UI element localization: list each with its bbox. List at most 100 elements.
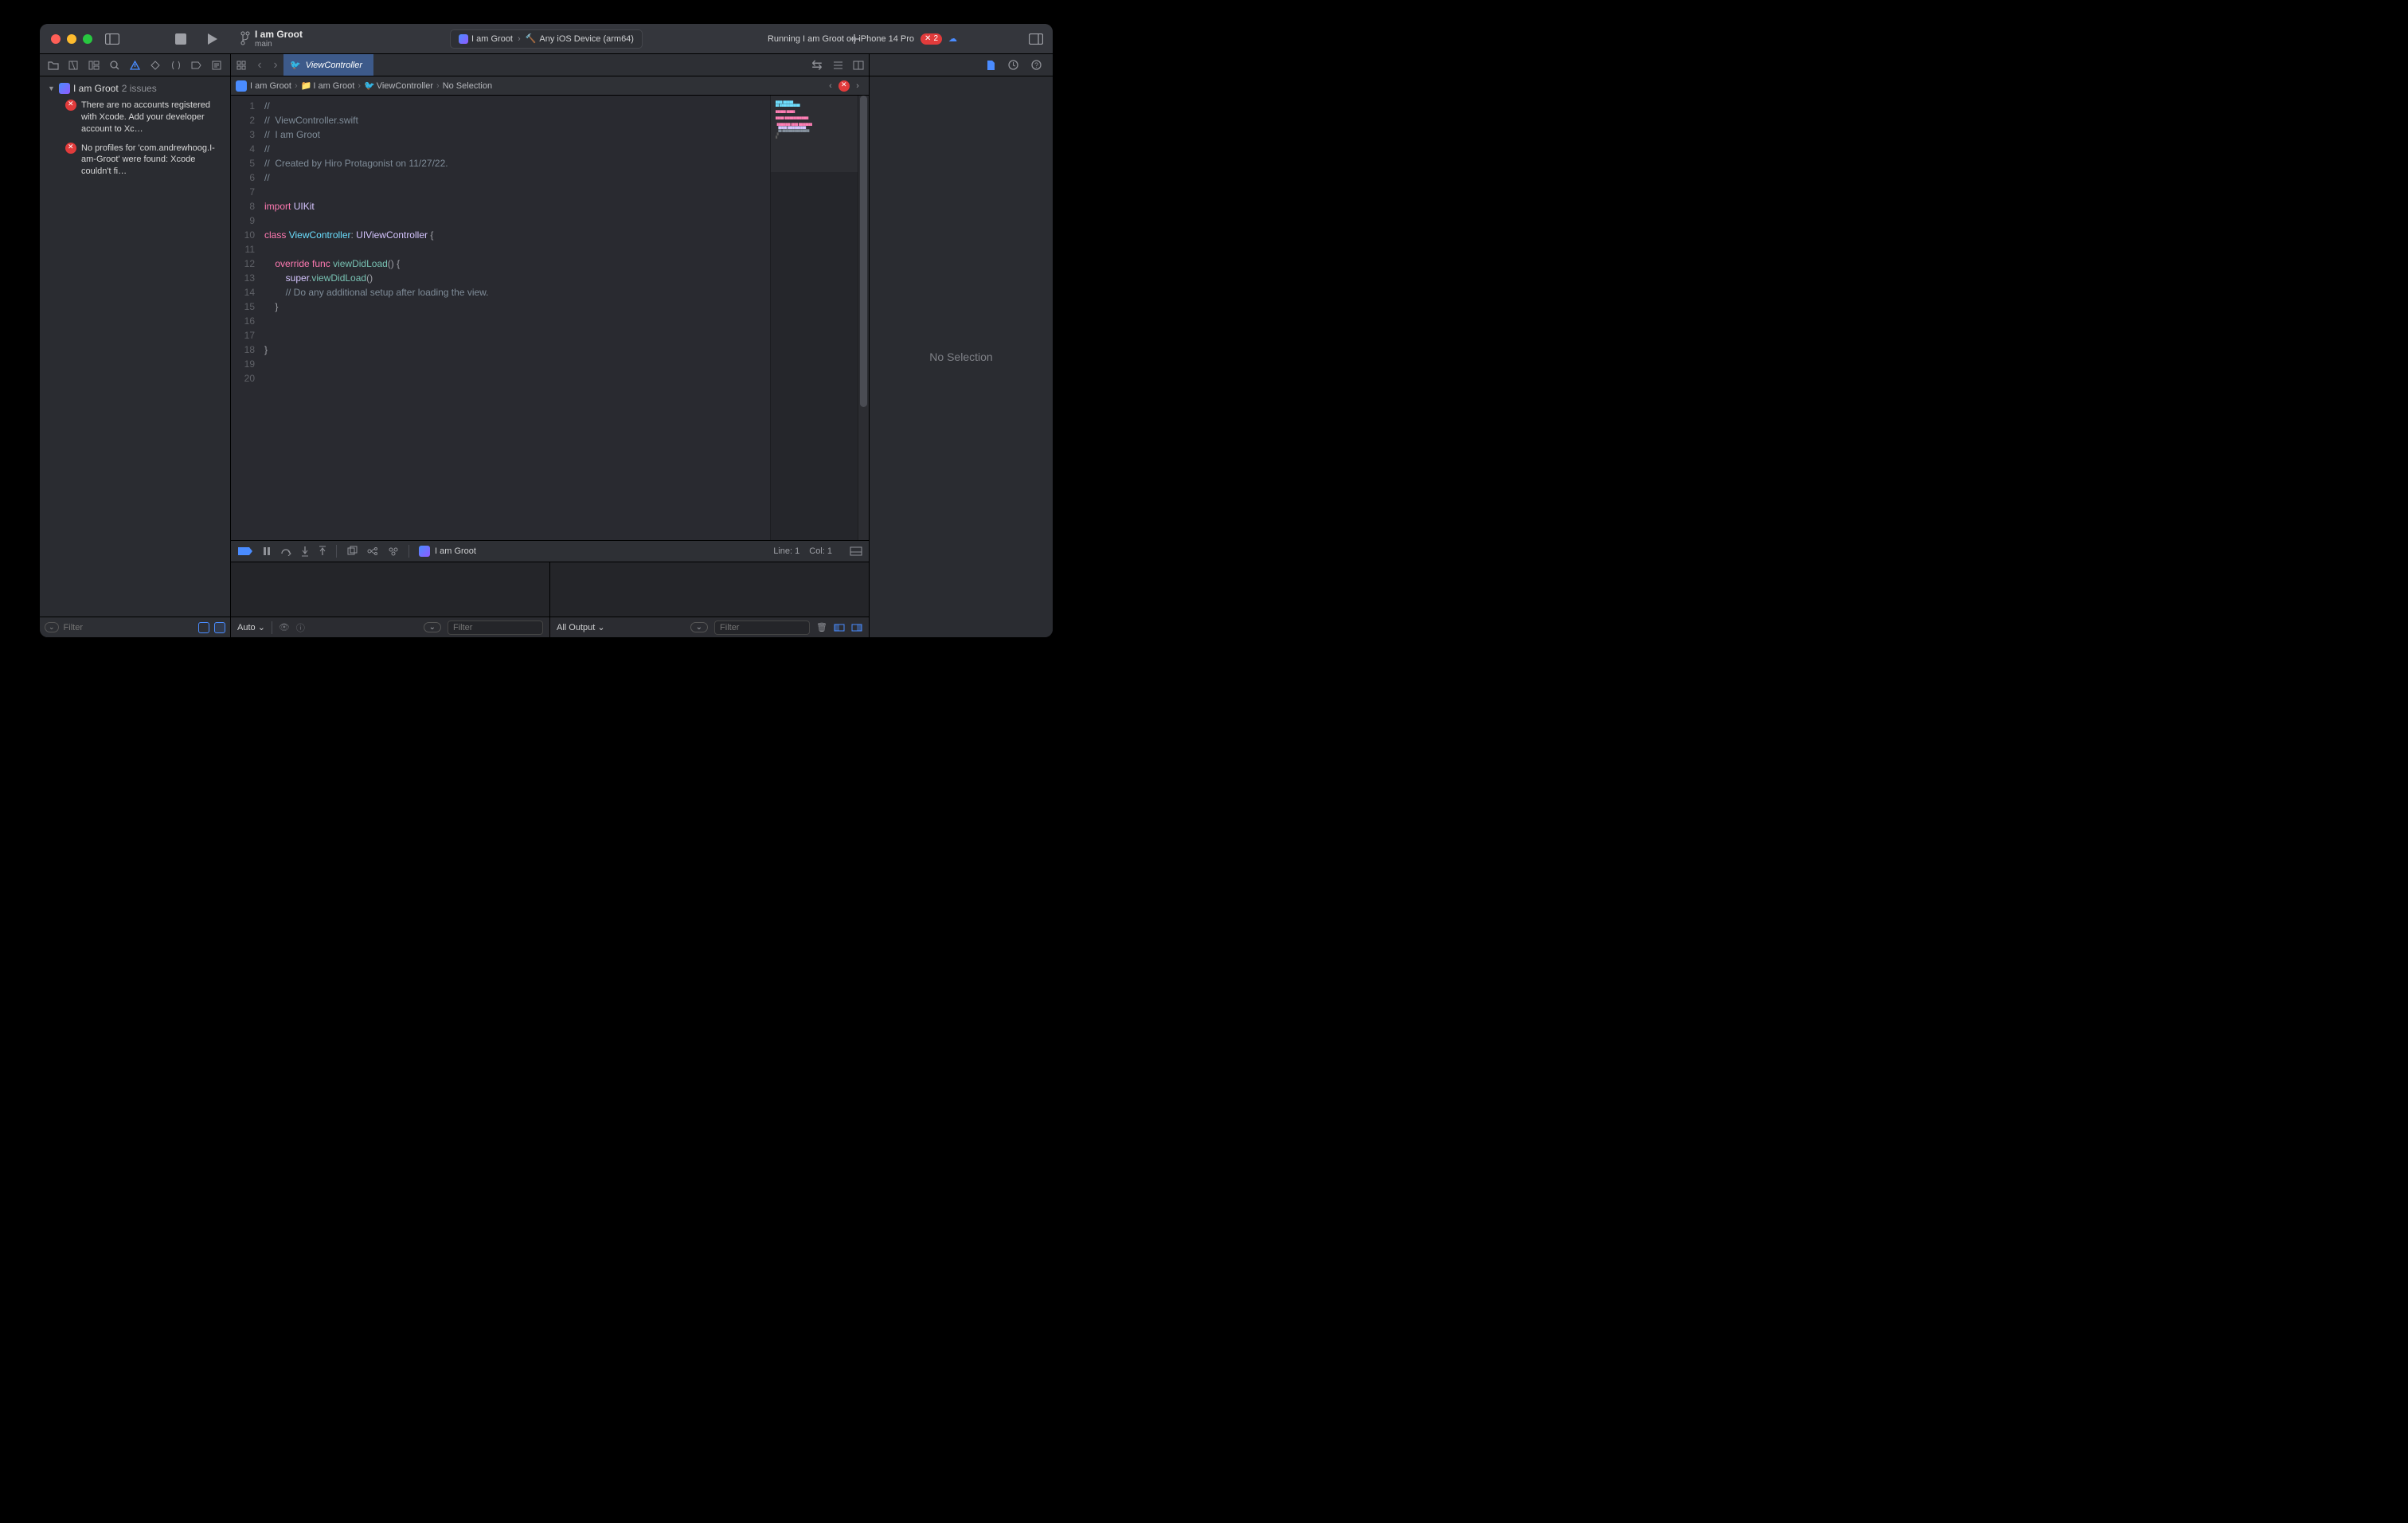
swift-icon: 🐦 [364, 80, 375, 91]
issue-count: 2 issues [122, 83, 157, 94]
app-icon [59, 83, 70, 94]
filter-scope-icon[interactable]: ⌄ [690, 622, 708, 632]
error-icon [65, 143, 76, 154]
show-console-icon[interactable] [851, 624, 862, 632]
issue-item[interactable]: There are no accounts registered with Xc… [40, 97, 230, 140]
cursor-line: Line: 1 [773, 546, 799, 556]
debug-navigator-icon[interactable] [168, 61, 184, 70]
show-variables-icon[interactable] [834, 624, 845, 632]
variables-filter-input[interactable] [448, 621, 543, 635]
recent-filter-icon[interactable] [198, 622, 209, 633]
traffic-lights [40, 34, 92, 44]
step-out-button[interactable] [319, 546, 326, 557]
maximize-icon[interactable] [83, 34, 92, 44]
environment-button[interactable] [388, 546, 399, 556]
adjust-editor-icon[interactable] [827, 61, 848, 70]
code-editor[interactable]: 1234567891011121314151617181920 //// Vie… [231, 96, 770, 540]
source-control-navigator-icon[interactable] [65, 61, 81, 70]
close-icon[interactable] [51, 34, 61, 44]
library-toggle-button[interactable] [1029, 33, 1043, 45]
add-button[interactable] [849, 33, 860, 45]
back-button[interactable]: ‹ [252, 58, 268, 72]
jumpbar-item[interactable]: I am Groot [250, 81, 291, 91]
line-gutter: 1234567891011121314151617181920 [231, 96, 261, 540]
next-issue-button[interactable]: › [851, 81, 864, 91]
debug-target[interactable]: I am Groot [419, 546, 476, 557]
folder-icon: 📁 [301, 80, 312, 91]
scroll-thumb[interactable] [860, 96, 867, 407]
scm-filter-icon[interactable] [214, 622, 225, 633]
console-footer: All Output ⌄ ⌄ 🗑 [550, 617, 869, 637]
compare-icon[interactable]: ⇆ [807, 57, 827, 73]
file-inspector-icon[interactable] [987, 60, 995, 71]
test-navigator-icon[interactable] [147, 61, 163, 70]
issue-text: No profiles for 'com.andrewhoog.I-am-Gro… [81, 143, 224, 178]
error-icon [65, 100, 76, 111]
inspector-tabs: ? [870, 54, 1053, 76]
print-description-icon[interactable]: ⓘ [296, 621, 305, 634]
output-selector[interactable]: All Output ⌄ [557, 622, 605, 632]
minimap[interactable]: ████ ██████ ██ ████████████ ██████ █████… [770, 96, 858, 540]
filter-scope-icon[interactable]: ⌄ [45, 622, 59, 632]
prev-issue-button[interactable]: ‹ [824, 81, 837, 91]
related-items-icon[interactable] [231, 61, 252, 70]
report-navigator-icon[interactable] [209, 61, 225, 70]
titlebar-right [849, 33, 1043, 45]
disclosure-icon[interactable]: ▼ [48, 84, 56, 92]
scope-selector[interactable]: Auto ⌄ [237, 622, 265, 632]
branch-indicator[interactable]: I am Groot main [240, 29, 303, 49]
jumpbar-item[interactable]: No Selection [443, 81, 492, 91]
stop-button[interactable] [175, 33, 186, 45]
toggle-debug-area-icon[interactable] [850, 546, 862, 556]
tab-viewcontroller[interactable]: 🐦 ViewController [283, 54, 373, 76]
navigator-filter-bar: ⌄ [40, 617, 230, 637]
editor-area: ‹ › 🐦 ViewController ⇆ I am Groot › 📁 I … [231, 54, 870, 637]
debug-target-name: I am Groot [435, 546, 476, 556]
memory-graph-button[interactable] [367, 546, 378, 556]
jumpbar-item[interactable]: I am Groot [313, 81, 354, 91]
quicklook-icon[interactable]: 👁 [279, 622, 290, 632]
no-selection-label: No Selection [929, 350, 992, 363]
swift-icon: 🐦 [290, 60, 301, 70]
history-inspector-icon[interactable] [1008, 60, 1018, 70]
jumpbar-item[interactable]: ViewController [377, 81, 433, 91]
help-inspector-icon[interactable]: ? [1031, 60, 1042, 70]
issue-navigator-icon[interactable] [127, 61, 143, 70]
step-into-button[interactable] [301, 546, 309, 557]
console-filter-input[interactable] [714, 621, 810, 635]
project-title: I am Groot [255, 29, 303, 40]
jump-bar[interactable]: I am Groot › 📁 I am Groot › 🐦 ViewContro… [231, 76, 869, 96]
find-navigator-icon[interactable] [107, 61, 123, 70]
breakpoints-toggle[interactable] [237, 546, 253, 556]
pause-button[interactable] [263, 546, 271, 556]
variables-view: Auto ⌄ 👁 ⓘ ⌄ [231, 562, 550, 637]
project-navigator-icon[interactable] [45, 61, 61, 70]
issue-root[interactable]: ▼ I am Groot 2 issues [40, 80, 230, 97]
symbol-navigator-icon[interactable] [86, 61, 102, 70]
add-editor-icon[interactable] [848, 61, 869, 70]
code-content[interactable]: //// ViewController.swift// I am Groot//… [261, 96, 770, 540]
issue-item[interactable]: No profiles for 'com.andrewhoog.I-am-Gro… [40, 140, 230, 183]
scrollbar[interactable] [858, 96, 869, 540]
filter-input[interactable] [64, 623, 194, 632]
view-debug-button[interactable] [346, 546, 358, 557]
issue-text: There are no accounts registered with Xc… [81, 100, 224, 135]
window-body: ▼ I am Groot 2 issues There are no accou… [40, 54, 1053, 637]
minimize-icon[interactable] [67, 34, 76, 44]
chevron-right-icon: › [518, 34, 521, 44]
breakpoint-navigator-icon[interactable] [188, 61, 204, 69]
forward-button[interactable]: › [268, 58, 283, 72]
scheme-selector[interactable]: I am Groot › 🔨 Any iOS Device (arm64) [450, 29, 643, 49]
filter-scope-icon[interactable]: ⌄ [424, 622, 441, 632]
run-button[interactable] [207, 33, 218, 45]
inspector: ? No Selection [870, 54, 1053, 637]
clear-console-icon[interactable]: 🗑 [816, 622, 827, 632]
step-over-button[interactable] [280, 546, 291, 556]
sidebar-toggle-button[interactable] [105, 33, 119, 45]
chevron-right-icon: › [436, 81, 440, 91]
error-icon[interactable] [838, 80, 850, 92]
app-icon [236, 80, 247, 92]
titlebar: I am Groot main I am Groot › 🔨 Any iOS D… [40, 24, 1053, 54]
navigator: ▼ I am Groot 2 issues There are no accou… [40, 54, 231, 637]
scheme-app-name: I am Groot [471, 34, 513, 44]
